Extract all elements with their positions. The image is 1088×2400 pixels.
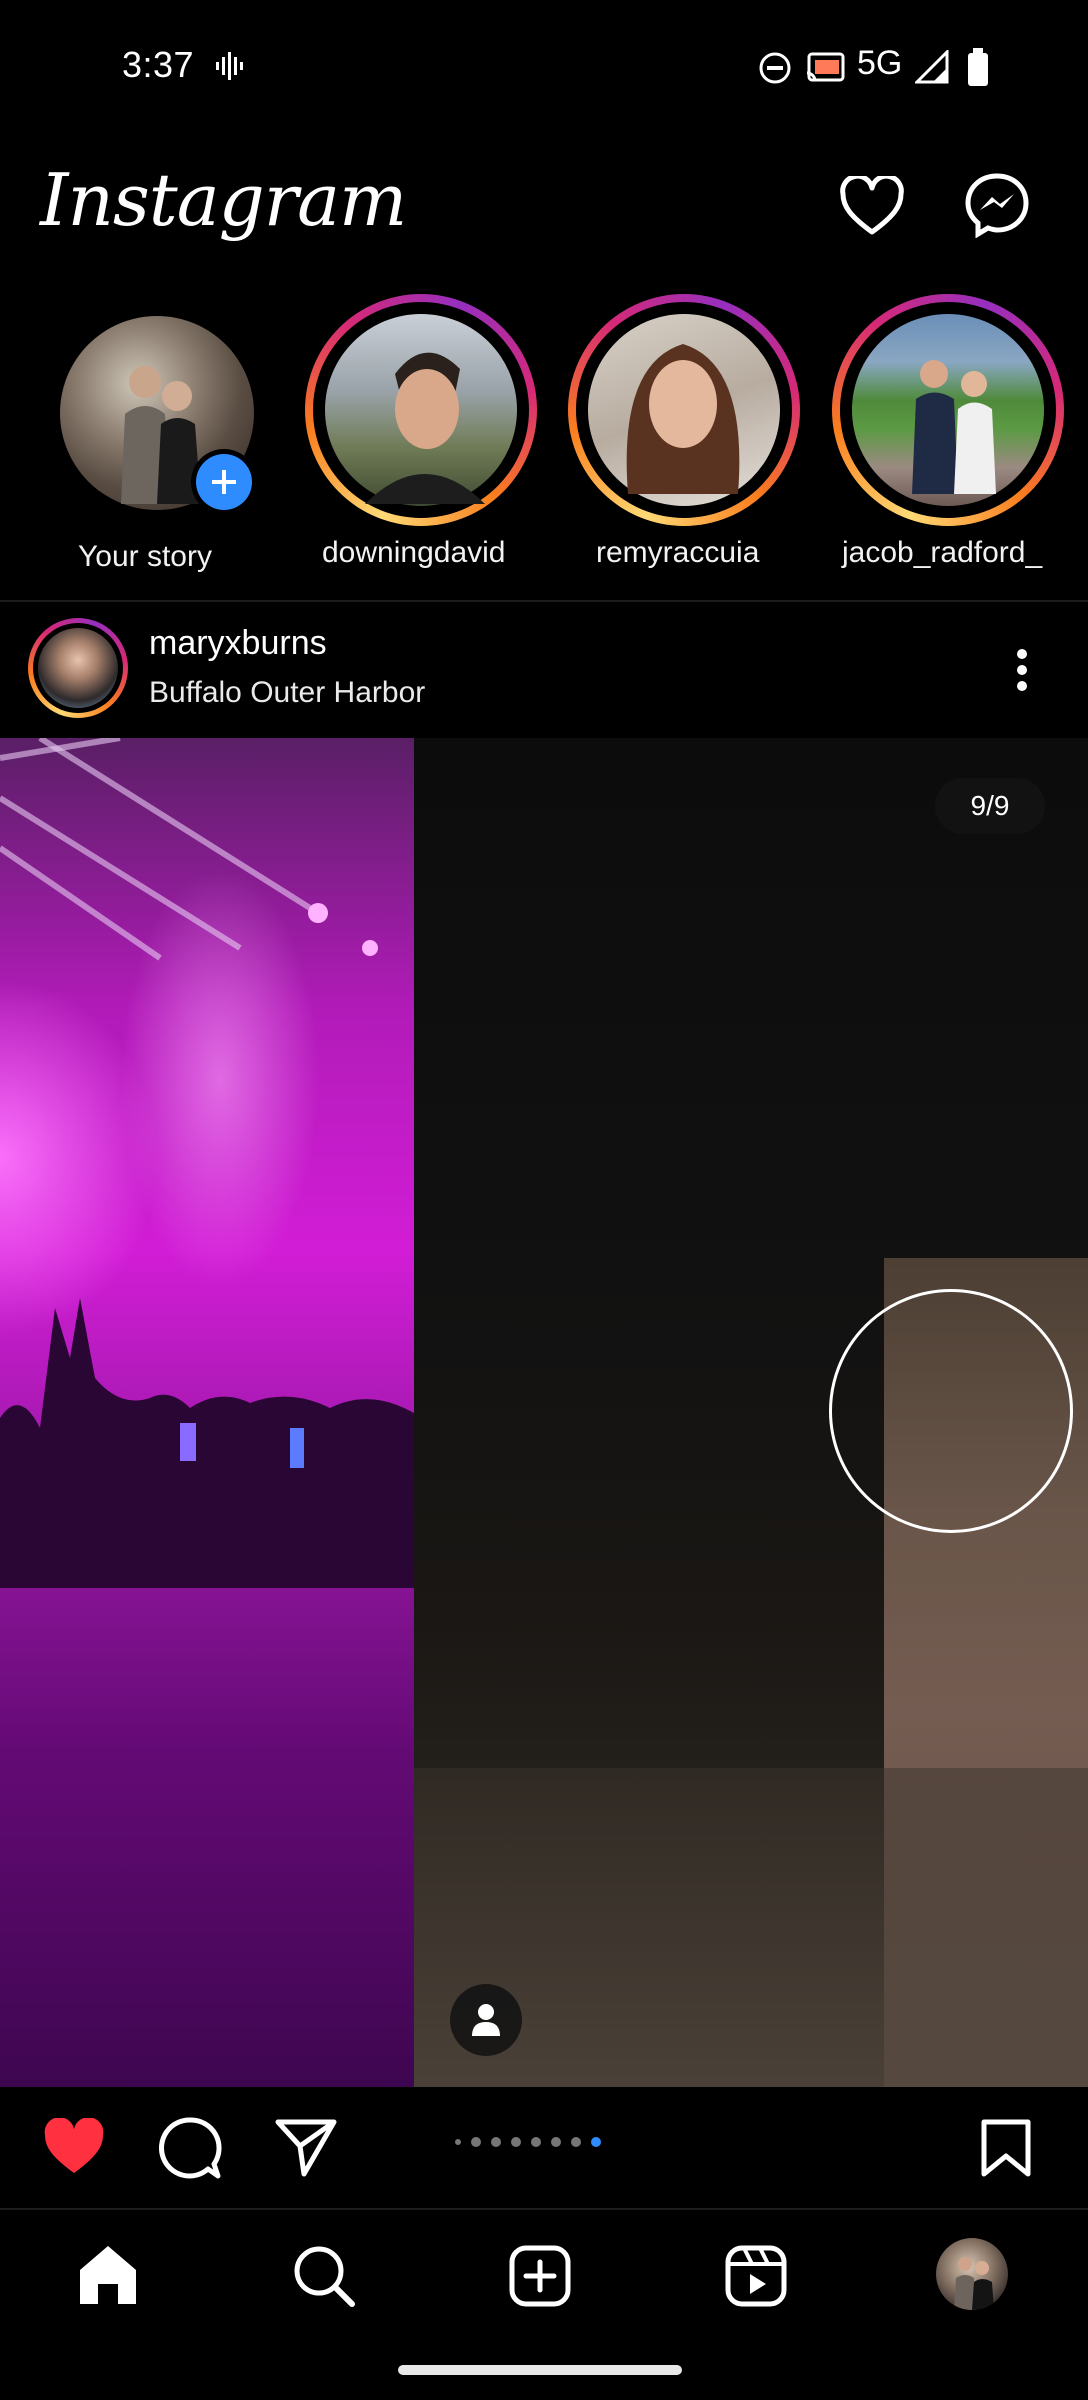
story-downingdavid[interactable] (305, 294, 537, 526)
cast-icon (806, 52, 845, 82)
sound-wave-icon (216, 52, 243, 80)
reels-icon[interactable] (724, 2244, 788, 2308)
carousel-dot (551, 2137, 561, 2147)
story-label-downingdavid: downingdavid (322, 536, 506, 569)
divider (0, 600, 1088, 602)
battery-icon (968, 48, 988, 86)
carousel-dot (455, 2139, 461, 2145)
save-bookmark-icon[interactable] (980, 2118, 1032, 2178)
comment-icon[interactable] (158, 2116, 222, 2180)
heart-icon[interactable] (840, 176, 904, 236)
do-not-disturb-icon (759, 52, 791, 84)
share-icon[interactable] (274, 2116, 338, 2178)
carousel-dot (511, 2137, 521, 2147)
messenger-icon[interactable] (964, 172, 1030, 238)
concert-photo (0, 738, 414, 2087)
stage-truss (0, 738, 378, 961)
avatar-person (365, 352, 485, 504)
post-media-carousel[interactable]: 9/9 (0, 738, 1088, 2087)
carousel-indicator (455, 2137, 601, 2147)
status-time: 3:37 (122, 44, 195, 85)
story-label-jacob-radford: jacob_radford_ (842, 536, 1043, 569)
avatar-people (954, 2257, 994, 2310)
nav-divider (0, 2208, 1088, 2210)
carousel-dot (571, 2137, 581, 2147)
more-options-icon[interactable] (1010, 646, 1034, 694)
search-icon[interactable] (292, 2244, 356, 2308)
like-icon[interactable] (42, 2118, 106, 2176)
story-label-your-story: Your story (78, 540, 212, 573)
post-location[interactable]: Buffalo Outer Harbor (149, 676, 425, 710)
post-username[interactable]: maryxburns (149, 624, 327, 663)
focus-circle (829, 1289, 1073, 1533)
carousel-dot (491, 2137, 501, 2147)
story-remyraccuia[interactable] (568, 294, 800, 526)
signal-icon (915, 50, 949, 84)
profile-tab-avatar[interactable] (936, 2238, 1008, 2310)
tagged-people-button[interactable] (450, 1984, 522, 2056)
carousel-dot (531, 2137, 541, 2147)
create-post-icon[interactable] (508, 2244, 572, 2308)
home-icon[interactable] (76, 2244, 140, 2306)
avatar-person (626, 344, 740, 494)
plus-icon (196, 454, 252, 510)
carousel-counter: 9/9 (935, 778, 1045, 834)
gesture-home-indicator[interactable] (398, 2365, 682, 2375)
carousel-dot (471, 2137, 481, 2147)
post-author-avatar[interactable] (28, 618, 128, 718)
story-label-remyraccuia: remyraccuia (596, 536, 760, 569)
person-icon (472, 2004, 500, 2036)
story-jacob-radford[interactable] (832, 294, 1064, 526)
add-story-button[interactable] (191, 449, 257, 515)
avatar-people (912, 360, 996, 494)
crowd-silhouette (0, 1298, 414, 1588)
carousel-dot-active (591, 2137, 601, 2147)
instagram-logo[interactable]: Instagram (40, 158, 407, 242)
network-type: 5G (857, 44, 903, 82)
